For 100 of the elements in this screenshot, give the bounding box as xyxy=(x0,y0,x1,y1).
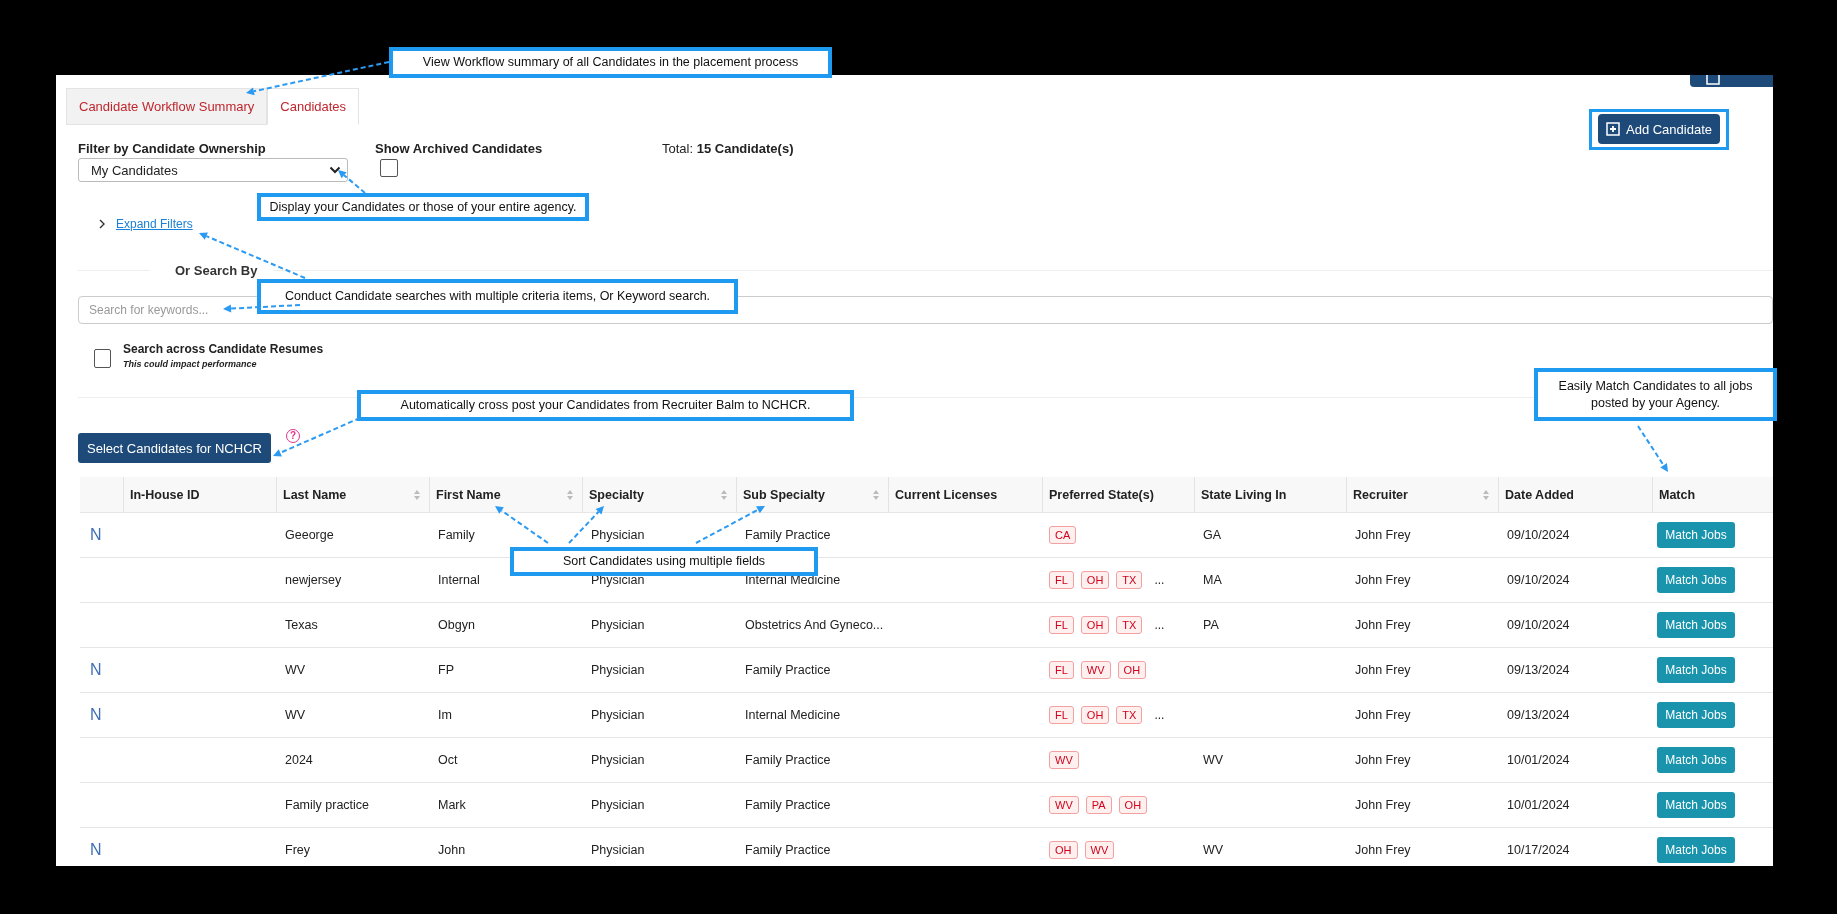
match-jobs-button[interactable]: Match Jobs xyxy=(1657,567,1735,593)
match-jobs-button[interactable]: Match Jobs xyxy=(1657,837,1735,863)
state-tag: FL xyxy=(1049,661,1074,679)
match-jobs-button[interactable]: Match Jobs xyxy=(1657,522,1735,548)
column-header[interactable]: Last Name xyxy=(283,487,347,502)
table-cell: WV xyxy=(1203,753,1224,767)
field-label: Show Archived Candidates xyxy=(375,141,544,158)
table-cell: John xyxy=(438,843,466,857)
state-tag: WV xyxy=(1049,796,1079,814)
table-cell: Family xyxy=(438,528,475,542)
table-cell: 09/13/2024 xyxy=(1507,708,1570,722)
tab[interactable]: Candidate Workflow Summary xyxy=(66,88,268,125)
table-cell: John Frey xyxy=(1355,753,1411,767)
checkbox[interactable] xyxy=(380,159,398,177)
table-cell: Internal Medicine xyxy=(745,708,841,722)
table-cell: Mark xyxy=(438,798,466,812)
callout: Display your Candidates or those of your entire agency. xyxy=(257,193,589,221)
state-tag: OH xyxy=(1117,661,1147,679)
state-tag: FL xyxy=(1049,571,1074,589)
table-cell: Obgyn xyxy=(438,618,475,632)
hint-text: This could impact performance xyxy=(123,359,258,369)
expand-filters-link[interactable]: Expand Filters xyxy=(116,217,193,231)
table-cell: Im xyxy=(438,708,452,722)
select-candidates-button[interactable]: Select Candidates for NCHCR xyxy=(78,433,271,463)
table-cell: Physician xyxy=(591,663,645,677)
callout: View Workflow summary of all Candidates in the placement process xyxy=(389,47,832,78)
column-header[interactable]: First Name xyxy=(436,487,501,502)
state-tag: WV xyxy=(1084,841,1115,859)
tab[interactable]: Candidates xyxy=(267,88,360,125)
arrow xyxy=(495,506,549,544)
state-tag: OH xyxy=(1118,796,1148,814)
table-cell: PA xyxy=(1203,618,1219,632)
table-cell: Family Practice xyxy=(745,843,831,857)
state-tag: FL xyxy=(1049,706,1074,724)
table-cell: WV xyxy=(285,708,306,722)
table-cell: Frey xyxy=(285,843,310,857)
match-jobs-button[interactable]: Match Jobs xyxy=(1657,747,1735,773)
callout: Sort Candidates using multiple fields xyxy=(510,547,818,576)
callout: Easily Match Candidates to all jobs posted by your Agency. xyxy=(1534,368,1777,421)
table-cell: newjersey xyxy=(285,573,342,587)
column-header[interactable]: Date Added xyxy=(1505,487,1574,502)
table-cell: Family practice xyxy=(285,798,370,812)
table-cell: Obstetrics And Gyneco... xyxy=(745,618,884,632)
table-cell: 10/17/2024 xyxy=(1507,843,1570,857)
table-cell: FP xyxy=(438,663,454,677)
add-candidate-button[interactable]: Add Candidate xyxy=(1598,114,1720,144)
match-jobs-button[interactable]: Match Jobs xyxy=(1657,612,1735,638)
section-heading: Or Search By xyxy=(174,263,259,278)
match-jobs-button[interactable]: Match Jobs xyxy=(1657,792,1735,818)
state-tag: TX xyxy=(1116,706,1143,724)
table-cell: GA xyxy=(1203,528,1222,542)
table-cell: John Frey xyxy=(1355,843,1411,857)
state-tag: OH xyxy=(1080,571,1110,589)
column-header[interactable]: In-House ID xyxy=(130,487,200,502)
table-cell: Family Practice xyxy=(745,798,831,812)
state-tag: WV xyxy=(1080,661,1111,679)
table-cell: Physician xyxy=(591,528,645,542)
match-jobs-button[interactable]: Match Jobs xyxy=(1657,702,1735,728)
table-cell: Internal Medicine xyxy=(745,573,841,587)
state-tag: CA xyxy=(1049,526,1077,544)
column-header[interactable]: Preferred State(s) xyxy=(1049,487,1154,502)
table-cell: Physician xyxy=(591,753,645,767)
more-indicator: ... xyxy=(1153,573,1165,587)
table-cell: Family Practice xyxy=(745,663,831,677)
arrow xyxy=(338,170,366,194)
table-cell: John Frey xyxy=(1355,708,1411,722)
table-cell: John Frey xyxy=(1355,573,1411,587)
table-cell: WV xyxy=(285,663,306,677)
table-cell: WV xyxy=(1203,843,1224,857)
table-cell: Family Practice xyxy=(745,528,831,542)
table-cell: John Frey xyxy=(1355,528,1411,542)
table-cell: 10/01/2024 xyxy=(1507,753,1570,767)
field-label: Filter by Candidate Ownership xyxy=(78,141,267,158)
match-jobs-button[interactable]: Match Jobs xyxy=(1657,657,1735,683)
column-header[interactable]: Sub Specialty xyxy=(743,487,825,502)
more-indicator: ... xyxy=(1153,708,1165,722)
state-tag: TX xyxy=(1116,571,1143,589)
column-header[interactable]: Match xyxy=(1659,487,1696,502)
column-header[interactable]: Specialty xyxy=(589,487,644,502)
state-tag: TX xyxy=(1116,616,1143,634)
checkbox-label: Search across Candidate Resumes xyxy=(123,342,324,356)
arrow xyxy=(1637,425,1668,472)
table-cell: 2024 xyxy=(285,753,313,767)
cut-off-button[interactable] xyxy=(1690,75,1773,87)
table-cell: Physician xyxy=(591,618,645,632)
table-cell: John Frey xyxy=(1355,663,1411,677)
column-header[interactable]: Current Licenses xyxy=(895,487,998,502)
table-cell: Texas xyxy=(285,618,318,632)
checkbox[interactable] xyxy=(94,349,111,368)
state-tag: OH xyxy=(1080,616,1110,634)
new-marker: N xyxy=(90,706,102,723)
ownership-dropdown[interactable]: My Candidates xyxy=(78,158,348,182)
column-header[interactable]: State Living In xyxy=(1201,487,1287,502)
column-header[interactable]: Recruiter xyxy=(1353,487,1408,502)
table-cell: Internal xyxy=(438,573,480,587)
new-marker: N xyxy=(90,661,102,678)
callout: Conduct Candidate searches with multiple criteria items, Or Keyword search. xyxy=(257,279,738,314)
table-cell: Oct xyxy=(438,753,458,767)
state-tag: OH xyxy=(1049,841,1078,859)
table-cell: MA xyxy=(1203,573,1222,587)
